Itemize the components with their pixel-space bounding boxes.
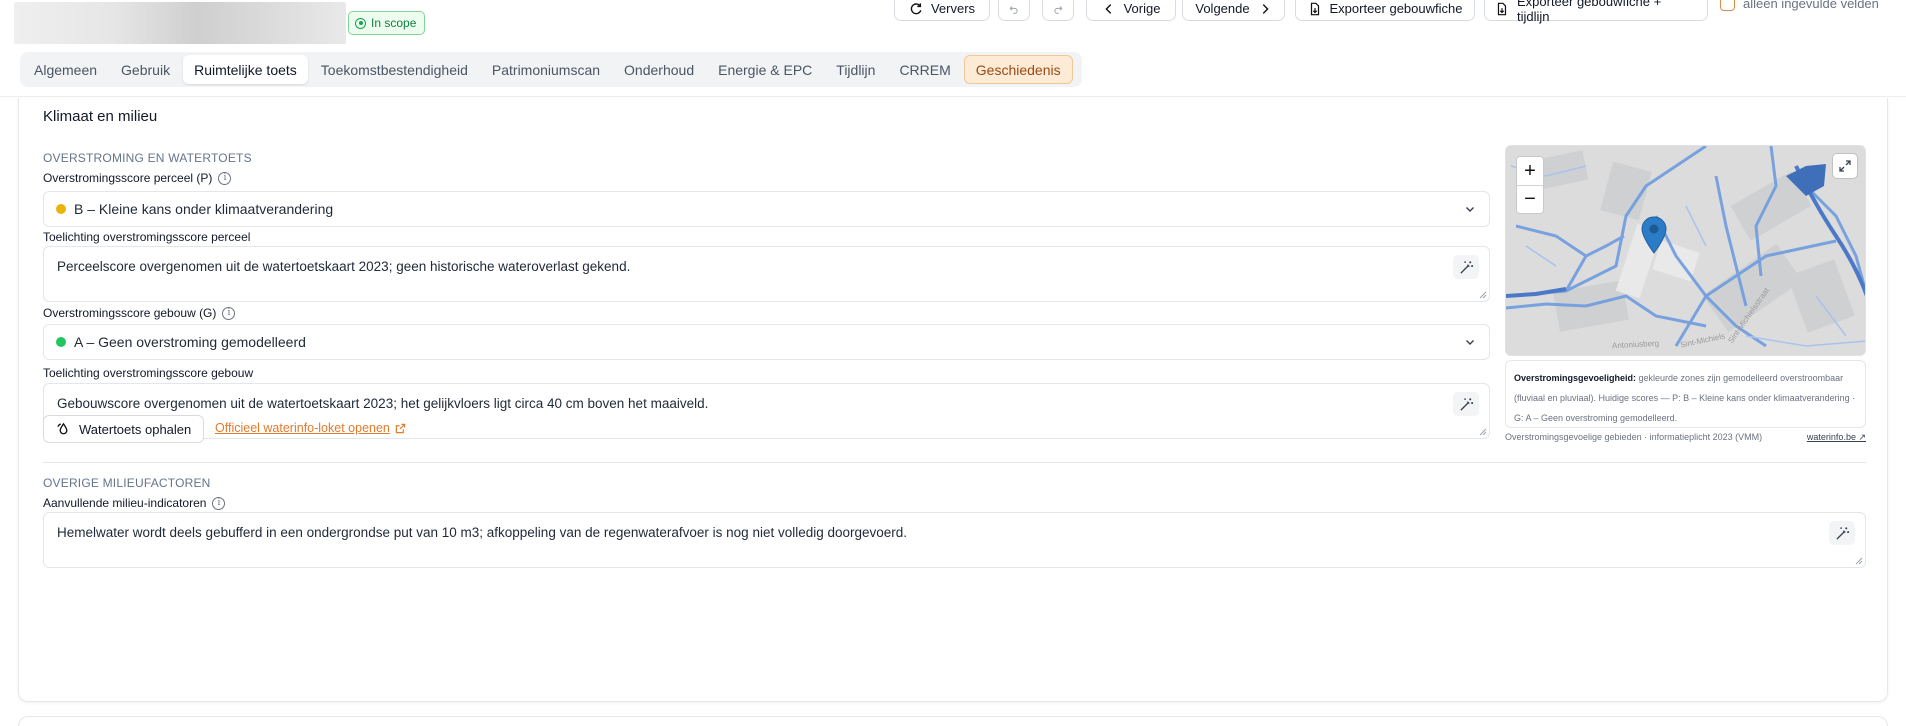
parcel-score-label-row: Overstromingsscore perceel (P) i bbox=[43, 171, 232, 185]
ai-magic-button[interactable] bbox=[1453, 255, 1479, 279]
export-sheet-timeline-button[interactable]: Exporteer gebouwfiche + tijdlijn bbox=[1484, 0, 1708, 24]
file-export-icon bbox=[1497, 2, 1507, 15]
legend-title: Overstromingsgevoeligheid: bbox=[1514, 373, 1637, 383]
refresh-button[interactable]: Ververs bbox=[894, 0, 990, 21]
magic-wand-icon bbox=[1459, 397, 1473, 411]
waterinfo-link[interactable]: waterinfo.be ↗ bbox=[1807, 432, 1866, 443]
building-score-label-row: Overstromingsscore gebouw (G) i bbox=[43, 306, 236, 320]
flood-map-tiles bbox=[1506, 146, 1865, 355]
target-icon bbox=[355, 17, 366, 29]
map-source-text: Overstromingsgevoelige gebieden · inform… bbox=[1505, 432, 1763, 442]
next-card bbox=[18, 716, 1888, 726]
export-sheet-label: Exporteer gebouwfiche bbox=[1329, 1, 1463, 16]
expand-icon bbox=[1839, 160, 1851, 172]
flood-map[interactable]: + − Sint-Michielsstraat Antoniusberg Sin… bbox=[1505, 145, 1866, 356]
next-button[interactable]: Volgende bbox=[1182, 0, 1285, 21]
top-bar: In scope Ververs Vorige Volgende Exporte… bbox=[0, 0, 1906, 48]
tab-algemeen[interactable]: Algemeen bbox=[23, 55, 108, 84]
ai-magic-button[interactable] bbox=[1453, 392, 1479, 416]
other-section-heading: OVERIGE MILIEUFACTOREN bbox=[43, 476, 211, 490]
undo-icon bbox=[1009, 5, 1018, 14]
building-note-value: Gebouwscore overgenomen uit de watertoet… bbox=[57, 396, 709, 411]
in-scope-badge: In scope bbox=[348, 11, 426, 35]
map-legend: Overstromingsgevoeligheid: gekleurde zon… bbox=[1505, 360, 1866, 428]
map-pin-icon[interactable] bbox=[1641, 216, 1667, 254]
tab-crrem[interactable]: CRREM bbox=[888, 55, 961, 84]
section-divider bbox=[43, 462, 1866, 463]
building-note-label: Toelichting overstromingsscore gebouw bbox=[43, 366, 254, 380]
only-filled-checkbox[interactable] bbox=[1720, 0, 1735, 11]
indicators-value: Hemelwater wordt deels gebufferd in een … bbox=[57, 525, 908, 540]
export-sheet-timeline-label: Exporteer gebouwfiche + tijdlijn bbox=[1516, 0, 1662, 24]
indicators-textarea[interactable]: Hemelwater wordt deels gebufferd in een … bbox=[43, 512, 1866, 568]
refresh-icon bbox=[910, 2, 922, 14]
resize-handle-icon[interactable] bbox=[1479, 291, 1487, 299]
building-score-label: Overstromingsscore gebouw (G) bbox=[43, 306, 217, 320]
previous-label: Vorige bbox=[1123, 1, 1161, 16]
tab-bar: Algemeen Gebruik Ruimtelijke toets Toeko… bbox=[20, 52, 1082, 87]
file-export-icon bbox=[1310, 2, 1319, 15]
refresh-water-icon bbox=[57, 422, 68, 434]
waterinfo-external-link[interactable]: Officieel waterinfo-loket openen bbox=[215, 421, 406, 435]
magic-wand-icon bbox=[1459, 260, 1473, 274]
tab-tijdlijn[interactable]: Tijdlijn bbox=[825, 55, 886, 84]
only-filled-label: alleen ingevulde velden bbox=[1743, 0, 1879, 11]
external-link-label: Officieel waterinfo-loket openen bbox=[215, 421, 390, 435]
zoom-in-button[interactable]: + bbox=[1517, 157, 1543, 185]
map-source: Overstromingsgevoelige gebieden · inform… bbox=[1505, 432, 1866, 443]
building-score-select[interactable]: A – Geen overstroming gemodelleerd bbox=[43, 324, 1490, 360]
tab-geschiedenis[interactable]: Geschiedenis bbox=[963, 55, 1073, 84]
undo-button[interactable] bbox=[998, 0, 1030, 21]
header-divider bbox=[0, 96, 1906, 97]
building-score-dot bbox=[56, 337, 66, 347]
info-icon[interactable]: i bbox=[212, 496, 226, 510]
fetch-watertest-button[interactable]: Watertoets ophalen bbox=[43, 415, 205, 443]
ai-magic-button[interactable] bbox=[1829, 521, 1855, 545]
tab-toekomstbestendigheid[interactable]: Toekomstbestendigheid bbox=[310, 55, 479, 84]
refresh-label: Ververs bbox=[930, 1, 976, 16]
building-title-redacted bbox=[14, 2, 346, 44]
tab-patrimoniumscan[interactable]: Patrimoniumscan bbox=[481, 55, 611, 84]
next-label: Volgende bbox=[1195, 1, 1250, 16]
building-score-value: A – Geen overstroming gemodelleerd bbox=[74, 334, 306, 350]
parcel-score-select[interactable]: B – Kleine kans onder klimaatverandering bbox=[43, 191, 1490, 227]
indicators-label-row: Aanvullende milieu-indicatoren i bbox=[43, 496, 226, 510]
map-zoom-control: + − bbox=[1516, 156, 1544, 214]
in-scope-label: In scope bbox=[371, 16, 417, 30]
fullscreen-button[interactable] bbox=[1833, 154, 1857, 178]
fetch-watertest-label: Watertoets ophalen bbox=[79, 421, 192, 437]
info-icon[interactable]: i bbox=[218, 171, 232, 185]
magic-wand-icon bbox=[1835, 526, 1849, 540]
parcel-score-dot bbox=[56, 204, 66, 214]
parcel-note-value: Perceelscore overgenomen uit de watertoe… bbox=[57, 259, 631, 274]
zoom-out-button[interactable]: − bbox=[1517, 185, 1543, 213]
export-sheet-button[interactable]: Exporteer gebouwfiche bbox=[1295, 0, 1475, 21]
flood-section-heading: OVERSTROMING EN WATERTOETS bbox=[43, 151, 252, 165]
tab-energie-epc[interactable]: Energie & EPC bbox=[707, 55, 823, 84]
chevron-right-icon bbox=[1262, 3, 1269, 14]
chevron-left-icon bbox=[1104, 3, 1111, 14]
climate-environment-card: Klimaat en milieu OVERSTROMING EN WATERT… bbox=[18, 98, 1888, 702]
chevron-down-icon bbox=[1466, 340, 1474, 345]
previous-button[interactable]: Vorige bbox=[1086, 0, 1176, 21]
card-title: Klimaat en milieu bbox=[43, 108, 158, 125]
parcel-note-label: Toelichting overstromingsscore perceel bbox=[43, 230, 251, 244]
external-link-icon bbox=[395, 423, 406, 433]
resize-handle-icon[interactable] bbox=[1479, 428, 1487, 436]
parcel-note-textarea[interactable]: Perceelscore overgenomen uit de watertoe… bbox=[43, 246, 1490, 302]
parcel-score-label: Overstromingsscore perceel (P) bbox=[43, 171, 213, 185]
chevron-down-icon bbox=[1466, 207, 1474, 212]
only-filled-toggle[interactable]: alleen ingevulde velden bbox=[1720, 0, 1879, 11]
tab-ruimtelijke-toets[interactable]: Ruimtelijke toets bbox=[183, 55, 308, 84]
redo-icon bbox=[1054, 5, 1063, 14]
indicators-label: Aanvullende milieu-indicatoren bbox=[43, 496, 207, 510]
redo-button[interactable] bbox=[1042, 0, 1074, 21]
resize-handle-icon[interactable] bbox=[1855, 557, 1863, 565]
tab-gebruik[interactable]: Gebruik bbox=[110, 55, 181, 84]
info-icon[interactable]: i bbox=[222, 306, 236, 320]
parcel-score-value: B – Kleine kans onder klimaatverandering bbox=[74, 201, 334, 217]
tab-onderhoud[interactable]: Onderhoud bbox=[613, 55, 705, 84]
